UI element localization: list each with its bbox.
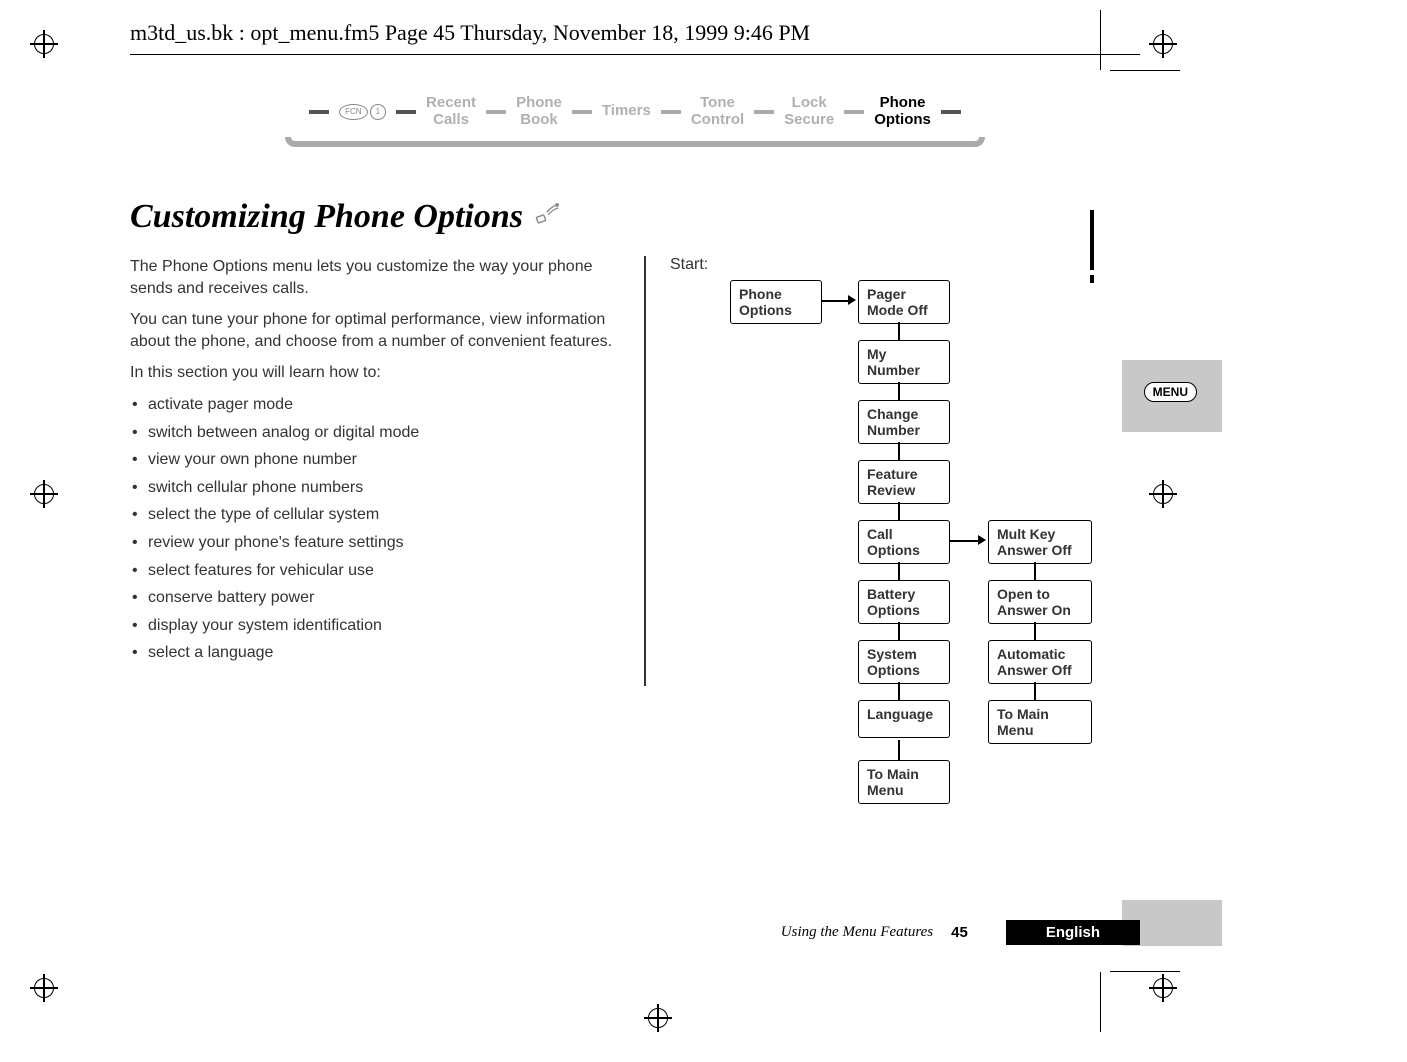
- flow-box: System Options: [858, 640, 950, 684]
- flow-box: Language: [858, 700, 950, 738]
- list-item: conserve battery power: [130, 587, 620, 609]
- nav-item-lock-secure: Lock Secure: [784, 95, 834, 128]
- fcn-key-icon: FCN1: [339, 104, 386, 120]
- footer-language-badge: English: [1006, 920, 1140, 945]
- list-item: select a language: [130, 642, 620, 664]
- start-label: Start:: [670, 256, 1140, 274]
- intro-paragraph: In this section you will learn how to:: [130, 362, 620, 384]
- column-divider: [644, 256, 646, 686]
- flow-box: To Main Menu: [858, 760, 950, 804]
- flow-box: Pager Mode Off: [858, 280, 950, 324]
- nav-underbar: [285, 137, 985, 147]
- nav-item-tone-control: Tone Control: [691, 95, 744, 128]
- nav-item-phone-book: Phone Book: [516, 95, 562, 128]
- list-item: view your own phone number: [130, 449, 620, 471]
- document-header: m3td_us.bk : opt_menu.fm5 Page 45 Thursd…: [130, 20, 1140, 46]
- crop-mark: [1100, 972, 1101, 1032]
- list-item: display your system identification: [130, 615, 620, 637]
- registration-mark-icon: [30, 974, 58, 1002]
- registration-mark-icon: [644, 1004, 672, 1032]
- nav-item-phone-options: Phone Options: [874, 95, 931, 128]
- flow-box: My Number: [858, 340, 950, 384]
- registration-mark-icon: [30, 480, 58, 508]
- list-item: activate pager mode: [130, 394, 620, 416]
- intro-paragraph: You can tune your phone for optimal perf…: [130, 309, 620, 352]
- page-title: Customizing Phone Options: [130, 198, 523, 236]
- intro-column: The Phone Options menu lets you customiz…: [130, 256, 620, 900]
- crop-mark: [1110, 971, 1180, 972]
- menu-breadcrumb: FCN1 Recent Calls Phone Book Timers Tone…: [240, 95, 1030, 128]
- flow-box: Open to Answer On: [988, 580, 1092, 624]
- registration-mark-icon: [1149, 30, 1177, 58]
- menu-flowchart: Phone Options Pager Mode Off My Number C…: [730, 280, 1140, 900]
- flow-box: Change Number: [858, 400, 950, 444]
- flow-box: Battery Options: [858, 580, 950, 624]
- registration-mark-icon: [30, 30, 58, 58]
- list-item: switch between analog or digital mode: [130, 422, 620, 444]
- list-item: review your phone's feature settings: [130, 532, 620, 554]
- feature-list: activate pager mode switch between analo…: [130, 394, 620, 664]
- list-item: switch cellular phone numbers: [130, 477, 620, 499]
- footer-section-name: Using the Menu Features: [781, 924, 933, 941]
- menu-tab-badge: MENU: [1144, 382, 1197, 402]
- header-rule: [130, 54, 1140, 55]
- flow-box: To Main Menu: [988, 700, 1092, 744]
- page-footer: Using the Menu Features 45 English: [130, 920, 1140, 945]
- flow-box: Automatic Answer Off: [988, 640, 1092, 684]
- flow-box-phone-options: Phone Options: [730, 280, 822, 324]
- flow-box: Feature Review: [858, 460, 950, 504]
- registration-mark-icon: [1149, 974, 1177, 1002]
- list-item: select features for vehicular use: [130, 560, 620, 582]
- nav-item-recent-calls: Recent Calls: [426, 95, 476, 128]
- footer-page-number: 45: [951, 924, 968, 941]
- flow-box: Mult Key Answer Off: [988, 520, 1092, 564]
- registration-mark-icon: [1149, 480, 1177, 508]
- flow-box: Call Options: [858, 520, 950, 564]
- intro-paragraph: The Phone Options menu lets you customiz…: [130, 256, 620, 299]
- satellite-icon: [533, 200, 563, 235]
- list-item: select the type of cellular system: [130, 504, 620, 526]
- nav-item-timers: Timers: [602, 103, 651, 120]
